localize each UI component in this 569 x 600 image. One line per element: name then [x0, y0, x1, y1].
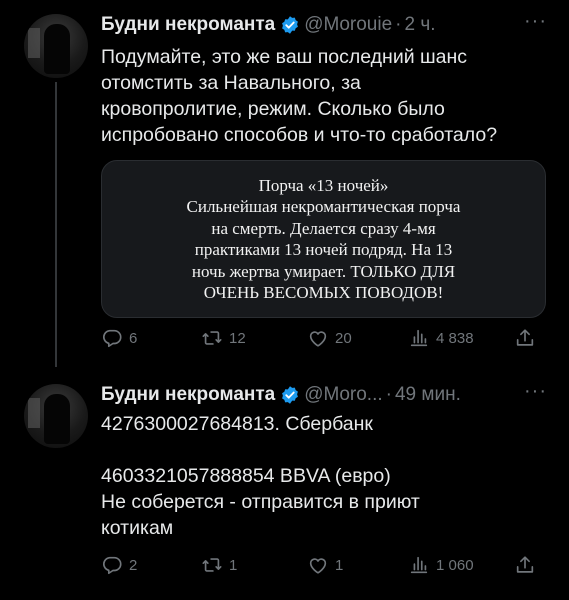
views-icon — [410, 556, 428, 574]
more-options-icon[interactable]: ··· — [524, 10, 547, 33]
action-bar: 6 12 20 4 838 — [101, 326, 546, 350]
separator-dot: · — [385, 384, 392, 405]
heart-icon — [309, 558, 327, 574]
views-count: 4 838 — [436, 329, 474, 347]
action-bar: 2 1 1 1 060 — [101, 553, 546, 577]
reply-button[interactable]: 2 — [101, 554, 137, 576]
verified-badge-icon — [282, 16, 299, 34]
retweet-button[interactable]: 12 — [201, 327, 246, 349]
timestamp[interactable]: 2 ч. — [405, 14, 436, 36]
tweet-text-line: 4276300027684813. Сбербанк — [101, 413, 373, 435]
like-button[interactable]: 20 — [307, 327, 352, 349]
share-icon — [516, 556, 534, 573]
reply-icon — [103, 556, 122, 575]
reply-count: 2 — [129, 556, 138, 574]
image-text-line: на смерть. Делается сразу 4-мя — [211, 218, 436, 238]
tweet-text-line — [101, 437, 546, 463]
tweet-text-line: кровопролитие, режим. Сколько было — [101, 98, 445, 120]
like-count: 1 — [335, 556, 344, 574]
image-text-line: ОЧЕНЬ ВЕСОМЫХ ПОВОДОВ! — [203, 283, 444, 302]
reply-button[interactable]: 6 — [101, 327, 137, 349]
share-icon — [516, 329, 534, 346]
retweet-icon — [202, 558, 222, 572]
avatar[interactable] — [24, 384, 88, 448]
tweet-text-line: Подумайте, это же ваш последний шанс — [101, 46, 468, 68]
image-text-line: практиками 13 ночей подряд. На 13 — [194, 240, 453, 259]
tweet-text: Подумайте, это же ваш последний шанс ото… — [101, 44, 546, 148]
tweet-text-line: 4603321057888854 BBVA (евро) — [101, 465, 391, 487]
tweet-header: Будни некроманта @Moro... · 49 мин. — [101, 382, 461, 408]
heart-icon — [309, 331, 327, 347]
tweet-2[interactable]: Будни некроманта @Moro... · 49 мин. ··· … — [0, 370, 569, 600]
views-icon — [410, 329, 428, 347]
more-options-icon[interactable]: ··· — [524, 380, 547, 403]
retweet-count: 1 — [229, 556, 238, 574]
views-button[interactable]: 1 060 — [408, 554, 474, 576]
attached-image[interactable]: Порча «13 ночей» Сильнейшая некромантиче… — [101, 160, 546, 318]
tweet-text-line: испробовано способов и что-то сработало? — [101, 124, 498, 146]
tweet-text-line: отомстить за Навального, за — [101, 72, 361, 94]
views-button[interactable]: 4 838 — [408, 327, 474, 349]
share-button[interactable] — [514, 327, 536, 349]
reply-icon — [103, 329, 122, 348]
tweet-text: 4276300027684813. Сбербанк 4603321057888… — [101, 411, 546, 541]
tweet-1[interactable]: Будни некроманта @Morouie · 2 ч. ··· Под… — [0, 0, 569, 370]
handle[interactable]: @Moro... — [304, 384, 382, 406]
like-button[interactable]: 1 — [307, 554, 343, 576]
image-text-line: ночь жертва умирает. ТОЛЬКО ДЛЯ — [191, 261, 456, 281]
verified-badge-icon — [282, 386, 299, 404]
avatar[interactable] — [24, 14, 88, 78]
views-count: 1 060 — [436, 556, 474, 574]
share-button[interactable] — [514, 554, 536, 576]
image-text-line: Порча «13 ночей» — [258, 175, 389, 195]
retweet-count: 12 — [229, 329, 246, 347]
like-count: 20 — [335, 329, 352, 347]
reply-count: 6 — [129, 329, 138, 347]
separator-dot: · — [395, 14, 402, 35]
timestamp[interactable]: 49 мин. — [395, 384, 461, 406]
handle[interactable]: @Morouie — [304, 14, 392, 36]
tweet-text-line: котикам — [101, 517, 174, 539]
display-name[interactable]: Будни некроманта — [101, 14, 275, 36]
retweet-icon — [202, 331, 222, 345]
retweet-button[interactable]: 1 — [201, 554, 237, 576]
thread-line — [55, 82, 57, 367]
tweet-header: Будни некроманта @Morouie · 2 ч. — [101, 12, 436, 38]
image-text-line: Сильнейшая некромантическая порча — [186, 197, 461, 216]
tweet-text-line: Не соберется - отправится в приют — [101, 491, 420, 513]
display-name[interactable]: Будни некроманта — [101, 384, 275, 406]
